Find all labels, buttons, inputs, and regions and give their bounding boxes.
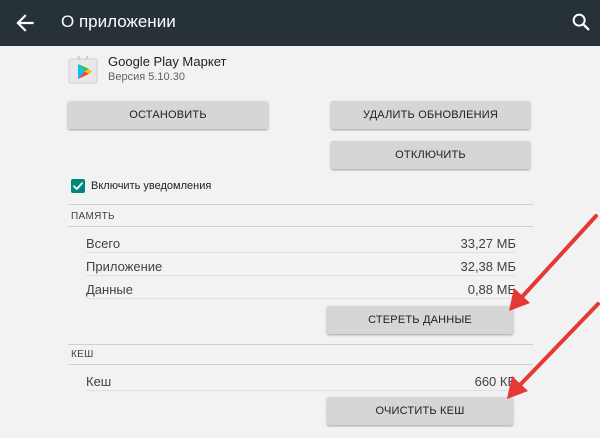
clear-cache-button[interactable]: ОЧИСТИТЬ КЕШ [327,397,513,425]
divider [68,344,533,345]
search-icon[interactable] [570,11,592,33]
divider [68,364,533,365]
app-version: Версия 5.10.30 [108,71,185,83]
notifications-label: Включить уведомления [91,180,212,192]
app-name: Google Play Маркет [108,54,227,69]
storage-total-value: 33,27 МБ [460,236,516,251]
annotation-arrow [507,302,600,399]
cache-label: Кеш [86,374,112,389]
divider [68,204,533,205]
uninstall-updates-button[interactable]: УДАЛИТЬ ОБНОВЛЕНИЯ [331,101,530,129]
row-divider [86,390,516,391]
row-divider [86,252,516,253]
page-title: О приложении [61,12,176,31]
row-divider [86,298,516,299]
storage-header: ПАМЯТЬ [71,211,115,222]
storage-app-label: Приложение [86,259,163,274]
app-bar: О приложении [0,0,600,46]
google-play-icon [68,55,98,84]
disable-button[interactable]: ОТКЛЮЧИТЬ [331,141,530,169]
stop-button[interactable]: ОСТАНОВИТЬ [68,101,268,129]
divider [68,226,533,227]
annotation-arrow [509,214,598,311]
storage-data-value: 0,88 МБ [467,282,516,297]
clear-data-button[interactable]: СТЕРЕТЬ ДАННЫЕ [327,306,513,334]
back-arrow-icon[interactable] [12,10,38,36]
notifications-checkbox[interactable] [71,179,85,193]
cache-value: 660 КБ [474,374,516,389]
row-divider [86,275,516,276]
storage-data-label: Данные [86,282,133,297]
checkmark-icon [73,182,83,190]
storage-app-value: 32,38 МБ [460,259,516,274]
storage-total-label: Всего [86,236,121,251]
cache-header: КЕШ [71,349,94,360]
